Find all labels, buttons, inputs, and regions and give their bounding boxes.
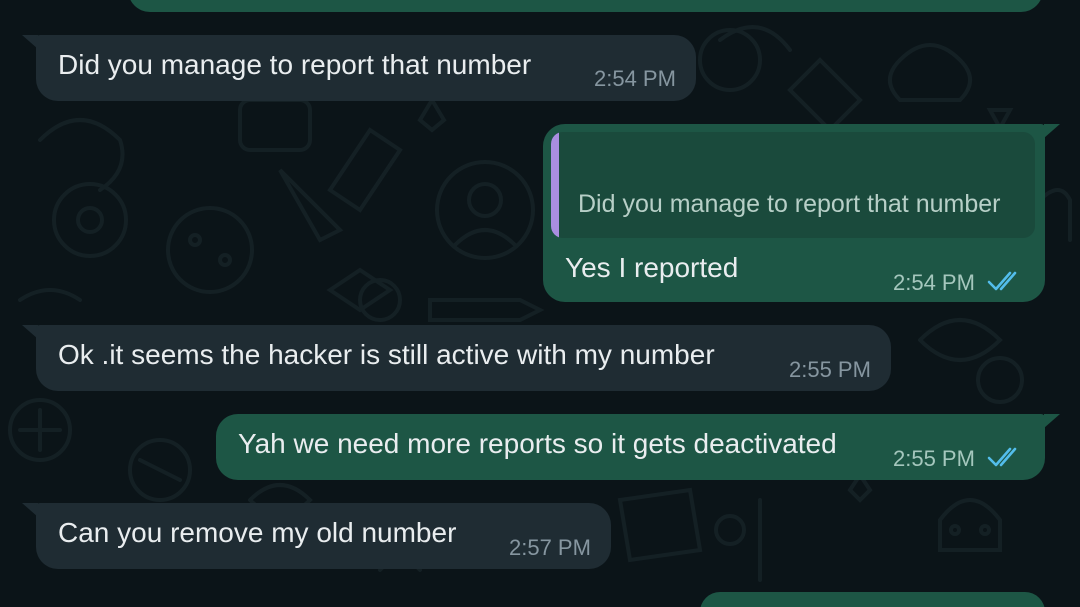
message-timestamp: 2:57 PM [509, 535, 591, 560]
outgoing-message-bubble-partial[interactable] [700, 592, 1045, 607]
message-text: Did you manage to report that number [58, 49, 532, 80]
message-text: Can you remove my old number [58, 517, 457, 548]
incoming-message-bubble[interactable]: Ok .it seems the hacker is still active … [36, 325, 891, 391]
message-timestamp: 2:55 PM [789, 357, 871, 382]
message-text: Ok .it seems the hacker is still active … [58, 339, 715, 370]
message-text: Yes I reported [565, 252, 739, 283]
message-timestamp: 2:55 PM [893, 446, 975, 471]
quoted-reply-accent-bar [551, 132, 559, 238]
message-tail [1044, 414, 1060, 428]
quoted-reply[interactable]: Did you manage to report that number [551, 132, 1035, 238]
message-tail [1044, 124, 1060, 138]
chat-conversation: Did you manage to report that number 2:5… [0, 0, 1080, 607]
outgoing-message-bubble[interactable]: Did you manage to report that number Yes… [543, 124, 1045, 302]
message-timestamp: 2:54 PM [893, 270, 975, 295]
outgoing-message-bubble-partial[interactable] [128, 0, 1043, 12]
incoming-message-bubble[interactable]: Can you remove my old number 2:57 PM [36, 503, 611, 569]
message-timestamp: 2:54 PM [594, 66, 676, 91]
quoted-message-text: Did you manage to report that number [578, 190, 1001, 218]
incoming-message-bubble[interactable]: Did you manage to report that number 2:5… [36, 35, 696, 101]
message-text: Yah we need more reports so it gets deac… [238, 428, 837, 459]
read-double-tick-icon [987, 447, 1017, 467]
outgoing-message-bubble[interactable]: Yah we need more reports so it gets deac… [216, 414, 1045, 480]
read-double-tick-icon [987, 271, 1017, 291]
